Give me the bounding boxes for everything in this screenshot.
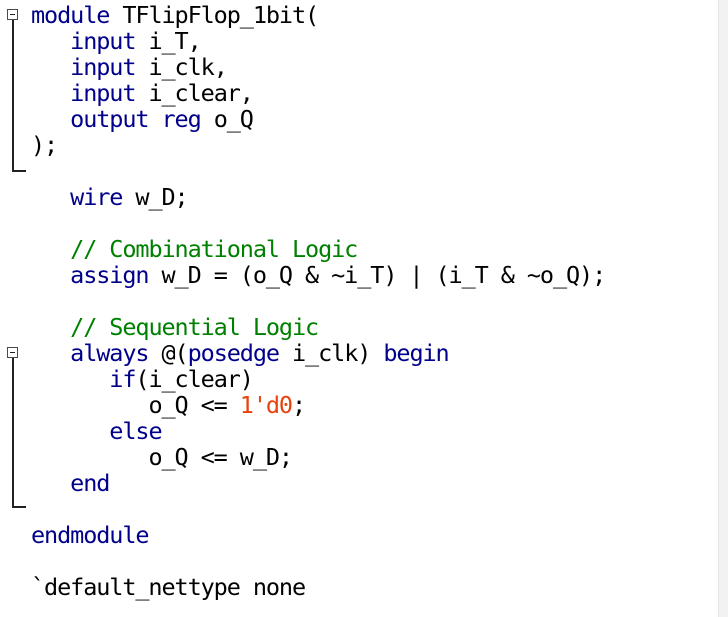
fold-module-icon[interactable] (7, 9, 18, 20)
code-line-17: else (31, 418, 162, 444)
comment-combinational: // Combinational Logic (70, 235, 358, 263)
code-line-18: o_Q <= w_D; (31, 443, 293, 471)
port-name: i_clk, (135, 53, 227, 81)
code-line-23: `default_nettype none (31, 573, 306, 601)
port-name: i_clear, (135, 79, 253, 107)
code-line-6: ); (31, 131, 58, 159)
code-line-11: assign w_D = (o_Q & ~i_T) | (i_T & ~o_Q)… (31, 261, 607, 289)
statement-end: ; (291, 391, 306, 419)
sensitivity-open: @( (148, 339, 189, 367)
keyword-else: else (109, 417, 162, 445)
fold-module-end (12, 170, 26, 172)
keyword-input: input (70, 53, 136, 81)
compiler-directive: `default_nettype none (31, 573, 306, 601)
comment-sequential: // Sequential Logic (70, 313, 319, 341)
fold-module-guide (12, 20, 14, 172)
keyword-input: input (70, 79, 136, 107)
code-line-3: input i_clk, (31, 53, 228, 81)
keyword-assign: assign (70, 261, 149, 289)
code-line-15: if(i_clear) (31, 365, 254, 393)
assignment-lhs: o_Q <= (148, 391, 240, 419)
fold-always-end (12, 506, 26, 508)
fold-always-icon[interactable] (7, 347, 18, 358)
keyword-wire: wire (70, 183, 123, 211)
code-line-13: // Sequential Logic (31, 313, 319, 341)
keyword-module: module (31, 1, 110, 29)
port-name: o_Q (200, 105, 254, 133)
code-line-10: // Combinational Logic (31, 235, 358, 263)
fold-always-guide (12, 358, 14, 508)
keyword-input: input (70, 27, 136, 55)
port-list-close: ); (31, 131, 58, 159)
number-literal: 1'd0 (239, 391, 293, 419)
code-line-4: input i_clear, (31, 79, 254, 107)
code-line-5: output reg o_Q (31, 105, 254, 133)
keyword-always: always (70, 339, 149, 367)
port-name: i_T, (135, 27, 201, 55)
keyword-posedge: posedge (187, 339, 280, 367)
if-condition: (i_clear) (135, 365, 254, 393)
assign-expression: w_D = (o_Q & ~i_T) | (i_T & ~o_Q); (148, 261, 607, 289)
keyword-begin: begin (383, 339, 449, 367)
code-line-1: module TFlipFlop_1bit( (31, 1, 319, 29)
keyword-endmodule: endmodule (31, 521, 150, 549)
assignment-statement: o_Q <= w_D; (148, 443, 293, 471)
keyword-output-reg: output reg (70, 105, 202, 133)
code-line-2: input i_T, (31, 27, 202, 55)
wire-declaration: w_D; (122, 183, 188, 211)
code-editor[interactable]: module TFlipFlop_1bit( input i_T, input … (0, 0, 728, 617)
editor-right-margin (718, 0, 728, 617)
keyword-end: end (70, 469, 110, 497)
keyword-if: if (109, 365, 136, 393)
code-line-21: endmodule (31, 521, 150, 549)
code-line-14: always @(posedge i_clk) begin (31, 339, 450, 367)
module-declaration: TFlipFlop_1bit( (109, 1, 319, 29)
sensitivity-signal: i_clk) (278, 339, 384, 367)
code-line-19: end (31, 469, 110, 497)
code-line-8: wire w_D; (31, 183, 189, 211)
code-line-16: o_Q <= 1'd0; (31, 391, 306, 419)
